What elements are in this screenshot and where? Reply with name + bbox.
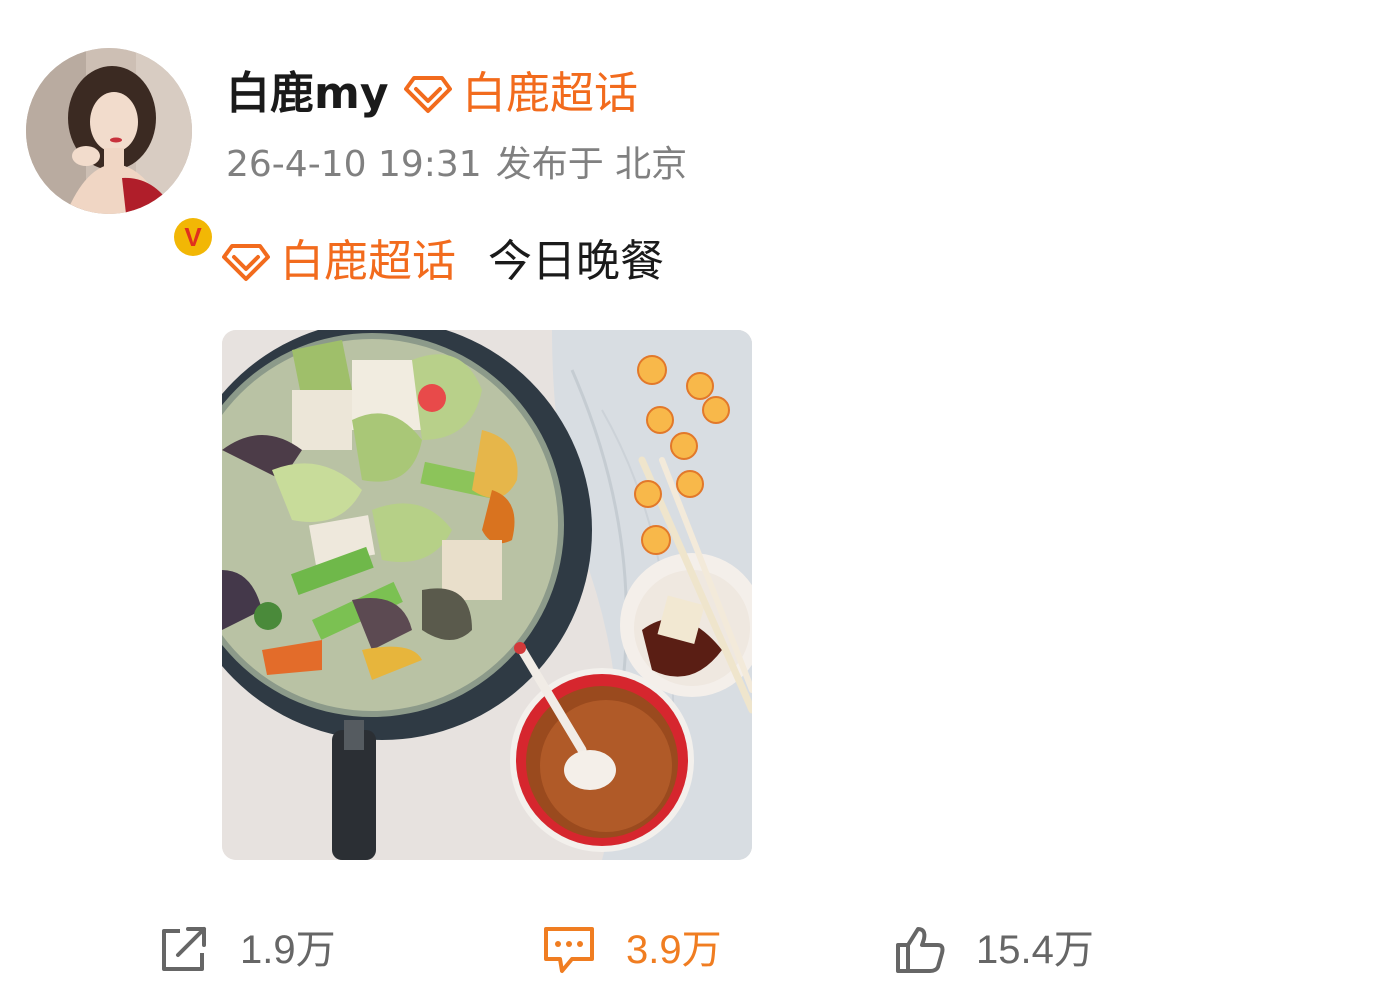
share-icon: [162, 927, 206, 971]
verified-icon: V: [170, 214, 216, 260]
avatar-image: [26, 48, 192, 214]
post-body: 白鹿超话 今日晚餐: [222, 232, 664, 292]
supertopic-link[interactable]: 白鹿超话: [404, 66, 638, 122]
comment-button[interactable]: 3.9万: [542, 922, 722, 978]
share-count: 1.9万: [240, 928, 336, 972]
supertopic-diamond-icon: [222, 244, 270, 281]
post-topic-label: 白鹿超话: [280, 236, 456, 287]
like-icon: [896, 927, 945, 973]
like-count: 15.4万: [976, 928, 1094, 972]
username[interactable]: 白鹿my: [226, 66, 389, 122]
supertopic-diamond-icon: [404, 76, 452, 113]
weibo-post: V 白鹿my 白鹿超话 26-4-10 19:31 发布于 北京 白鹿超话 今日…: [0, 0, 1380, 1004]
food-photo-image: [222, 330, 752, 860]
post-topic-link[interactable]: 白鹿超话: [222, 232, 456, 292]
comment-count: 3.9万: [626, 928, 722, 972]
post-meta: 26-4-10 19:31 发布于 北京: [226, 140, 687, 190]
post-location: 发布于 北京: [495, 144, 688, 185]
post-text: 今日晚餐: [488, 236, 664, 287]
avatar-container[interactable]: V: [26, 48, 216, 260]
post-date: 26-4-10 19:31: [226, 144, 482, 185]
post-photo[interactable]: [222, 330, 752, 860]
comment-icon: [544, 927, 594, 973]
share-button[interactable]: 1.9万: [158, 922, 336, 978]
supertopic-label: 白鹿超话: [462, 68, 638, 119]
like-button[interactable]: 15.4万: [894, 922, 1094, 978]
avatar[interactable]: [26, 48, 192, 214]
